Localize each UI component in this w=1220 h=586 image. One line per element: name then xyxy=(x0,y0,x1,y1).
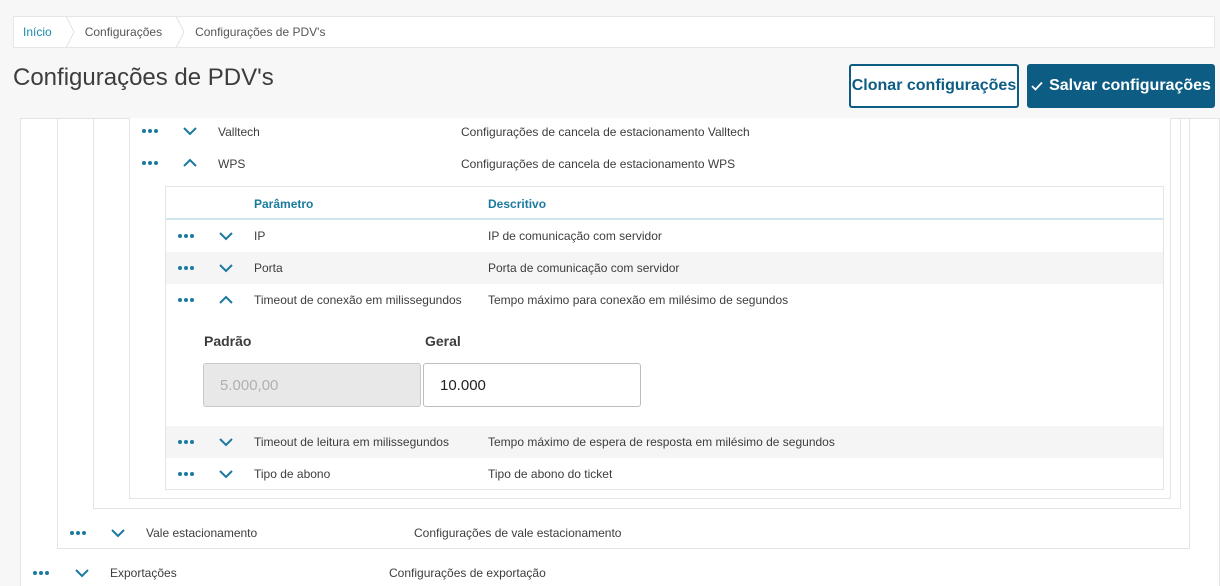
row-description: Configurações de vale estacionamento xyxy=(414,526,622,540)
more-options-icon[interactable] xyxy=(142,154,160,168)
param-description: Tempo máximo para conexão em milésimo de… xyxy=(488,293,789,307)
breadcrumb-item-inicio[interactable]: Início xyxy=(14,17,66,47)
table-row[interactable]: Timeout de conexão em milissegundos Temp… xyxy=(166,284,1163,316)
more-options-icon[interactable] xyxy=(70,524,88,538)
param-name: Porta xyxy=(254,261,283,275)
chevron-down-icon[interactable] xyxy=(218,230,234,242)
row-name: Exportações xyxy=(110,566,177,580)
param-name: Tipo de abono xyxy=(254,467,331,481)
chevron-down-icon[interactable] xyxy=(110,527,126,539)
more-options-icon[interactable] xyxy=(178,465,196,479)
column-header-parametro: Parâmetro xyxy=(254,197,314,211)
breadcrumb-item-configuracoes[interactable]: Configurações xyxy=(76,17,176,47)
table-row[interactable]: Porta Porta de comunicação com servidor xyxy=(166,252,1163,284)
more-options-icon[interactable] xyxy=(142,122,160,136)
table-row[interactable]: IP IP de comunicação com servidor xyxy=(166,220,1163,252)
chevron-up-icon[interactable] xyxy=(182,157,198,169)
breadcrumb-item-current: Configurações de PDV's xyxy=(195,25,326,39)
more-options-icon[interactable] xyxy=(178,259,196,273)
row-name: Vale estacionamento xyxy=(146,526,258,540)
chevron-down-icon[interactable] xyxy=(218,262,234,274)
check-icon xyxy=(1031,79,1043,94)
more-options-icon[interactable] xyxy=(178,227,196,241)
tree-row-valltech[interactable]: Valltech Configurações de cancela de est… xyxy=(130,115,1170,147)
more-options-icon[interactable] xyxy=(178,433,196,447)
save-config-label: Salvar configurações xyxy=(1049,77,1211,94)
tree-row-vale-estacionamento[interactable]: Vale estacionamento Configurações de val… xyxy=(58,517,1189,548)
table-header: Parâmetro Descritivo xyxy=(166,187,1163,220)
more-options-icon[interactable] xyxy=(178,291,196,305)
param-name: Timeout de conexão em milissegundos xyxy=(254,293,462,307)
breadcrumb-separator-icon xyxy=(176,16,186,48)
general-value-label: Geral xyxy=(425,333,461,349)
row-description: Configurações de cancela de estacionamen… xyxy=(461,125,750,139)
chevron-up-icon[interactable] xyxy=(218,294,234,306)
default-value-field: 5.000,00 xyxy=(203,363,421,407)
chevron-down-icon[interactable] xyxy=(74,567,90,579)
param-description: IP de comunicação com servidor xyxy=(488,229,662,243)
chevron-down-icon[interactable] xyxy=(218,468,234,480)
tree-row-exportacoes[interactable]: Exportações Configurações de exportação xyxy=(21,557,1219,586)
breadcrumb-separator-icon xyxy=(65,16,76,48)
param-name: IP xyxy=(254,229,266,243)
param-description: Tempo máximo de espera de resposta em mi… xyxy=(488,435,835,449)
save-config-button[interactable]: Salvar configurações xyxy=(1027,64,1215,108)
row-name: WPS xyxy=(218,157,246,171)
param-name: Timeout de leitura em milissegundos xyxy=(254,435,449,449)
general-value-input[interactable]: 10.000 xyxy=(423,363,641,407)
column-header-descritivo: Descritivo xyxy=(488,197,547,211)
row-description: Configurações de exportação xyxy=(389,566,546,580)
parameter-table: Parâmetro Descritivo IP IP de comunicaçã… xyxy=(165,186,1164,490)
tree-row-wps[interactable]: WPS Configurações de cancela de estacion… xyxy=(130,147,1170,179)
default-value-label: Padrão xyxy=(204,333,252,349)
page-title: Configurações de PDV's xyxy=(13,64,274,91)
row-description: Configurações de cancela de estacionamen… xyxy=(461,157,736,171)
chevron-down-icon[interactable] xyxy=(182,125,198,137)
clone-config-button[interactable]: Clonar configurações xyxy=(849,64,1019,108)
table-row[interactable]: Tipo de abono Tipo de abono do ticket xyxy=(166,458,1163,490)
breadcrumb: Início Configurações Configurações de PD… xyxy=(13,16,1215,48)
param-description: Tipo de abono do ticket xyxy=(488,467,613,481)
param-description: Porta de comunicação com servidor xyxy=(488,261,680,275)
row-name: Valltech xyxy=(218,125,260,139)
chevron-down-icon[interactable] xyxy=(218,436,234,448)
more-options-icon[interactable] xyxy=(33,564,51,578)
table-row[interactable]: Timeout de leitura em milissegundos Temp… xyxy=(166,426,1163,458)
